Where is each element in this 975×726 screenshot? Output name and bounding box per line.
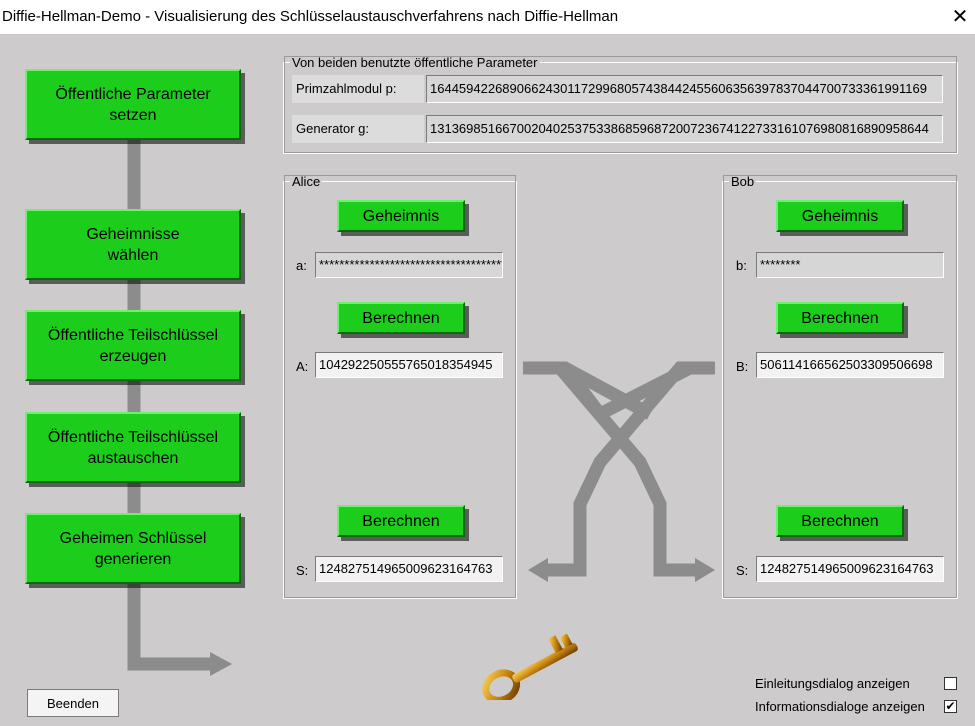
step-label-line2: austauschen [87,449,179,467]
step-label-line2: erzeugen [99,347,167,365]
step-label-line1: Öffentliche Parameter [55,85,211,103]
step-label-line2: setzen [109,106,157,124]
step-generate-secret-button[interactable]: Geheimen Schlüssel generieren [25,513,241,584]
bob-secret-label: b: [736,258,747,273]
final-arrow-line [127,634,210,671]
alice-arrowhead [528,558,548,582]
bob-public-label: B: [736,359,749,374]
alice-secret-button[interactable]: Geheimnis [337,200,465,232]
alice-compute-public-button[interactable]: Berechnen [337,302,465,334]
step-create-public-keys-button[interactable]: Öffentliche Teilschlüssel erzeugen [25,310,241,381]
step-set-parameters-button[interactable]: Öffentliche Parameter setzen [25,69,241,140]
info-dialog-label: Informationsdialoge anzeigen [755,699,925,714]
alice-public-field[interactable]: 104292250555765018354945 [315,352,503,378]
final-arrowhead [210,652,232,676]
prime-modulus-label: Primzahlmodul p: [292,75,424,103]
bob-public-field[interactable]: 506114166562503309506698 [756,352,944,378]
step-label-line1: Geheimnisse [86,225,180,243]
generator-label: Generator g: [292,115,424,143]
window-title: Diffie-Hellman-Demo - Visualisierung des… [2,8,619,25]
alice-legend: Alice [292,174,321,189]
bob-compute-public-button[interactable]: Berechnen [776,302,904,334]
step-label-line2: wählen [107,246,159,264]
step-label-line1: Öffentliche Teilschlüssel [47,428,219,446]
alice-public-label: A: [296,359,309,374]
alice-compute-shared-button[interactable]: Berechnen [337,505,465,537]
step-exchange-keys-button[interactable]: Öffentliche Teilschlüssel austauschen [25,412,241,483]
exit-button[interactable]: Beenden [27,689,119,717]
alice-shared-field[interactable]: 124827514965009623164763 [315,556,503,582]
generator-field[interactable]: 1313698516670020402537533868596872007236… [426,115,943,143]
bob-secret-button[interactable]: Geheimnis [776,200,904,232]
step-label-line1: Öffentliche Teilschlüssel [47,326,219,344]
step-choose-secrets-button[interactable]: Geheimnisse wählen [25,209,241,280]
key-icon [482,633,578,700]
info-dialog-checkbox[interactable]: ✔ [944,700,957,713]
close-icon[interactable]: ✕ [945,4,975,30]
alice-secret-field[interactable]: ****************************************… [315,252,503,278]
title-bar: Diffie-Hellman-Demo - Visualisierung des… [0,0,975,34]
public-parameters-legend: Von beiden benutzte öffentliche Paramete… [292,55,538,70]
alice-secret-label: a: [296,258,307,273]
bob-compute-shared-button[interactable]: Berechnen [776,505,904,537]
intro-dialog-label: Einleitungsdialog anzeigen [755,676,910,691]
bob-legend: Bob [731,174,755,189]
bob-secret-field[interactable]: ******** [756,252,944,278]
bob-shared-label: S: [736,563,749,578]
prime-modulus-field[interactable]: 1644594226890662430117299680574384424556… [426,75,943,103]
alice-shared-label: S: [296,563,309,578]
step-label-line1: Geheimen Schlüssel [59,529,207,547]
intro-dialog-checkbox[interactable] [944,677,957,690]
bob-arrowhead [695,558,715,582]
bob-shared-field[interactable]: 124827514965009623164763 [756,556,944,582]
step-label-line2: generieren [94,550,172,568]
